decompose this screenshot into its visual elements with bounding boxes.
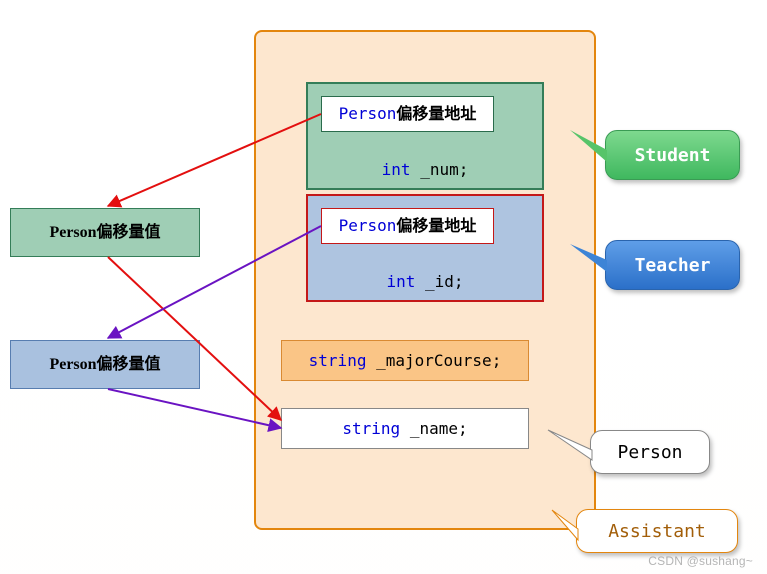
major-course-block: string _majorCourse; bbox=[281, 340, 529, 381]
student-callout: Student bbox=[605, 130, 740, 180]
offset-value-box-2: Person偏移量值 bbox=[10, 340, 200, 389]
person-callout: Person bbox=[590, 430, 710, 474]
student-field-name: _num bbox=[420, 160, 459, 179]
person-name-block: string _name; bbox=[281, 408, 529, 449]
major-type: string bbox=[309, 351, 367, 370]
teacher-field-type: int bbox=[386, 272, 415, 291]
student-semi: ; bbox=[459, 160, 469, 179]
diagram-canvas: Person偏移量地址 int _num; Person偏移量地址 int _i… bbox=[0, 0, 767, 574]
student-offset-suffix: 偏移量地址 bbox=[396, 106, 476, 123]
major-name: _majorCourse bbox=[376, 351, 492, 370]
student-offset-prefix: Person bbox=[339, 104, 397, 123]
name-semi: ; bbox=[458, 419, 468, 438]
watermark: CSDN @sushang~ bbox=[648, 554, 753, 568]
teacher-offset-addr: Person偏移量地址 bbox=[321, 208, 494, 244]
student-field-type: int bbox=[382, 160, 411, 179]
student-field: int _num; bbox=[306, 160, 544, 179]
teacher-offset-suffix: 偏移量地址 bbox=[396, 218, 476, 235]
name-name: _name bbox=[410, 419, 458, 438]
assistant-callout: Assistant bbox=[576, 509, 738, 553]
teacher-field: int _id; bbox=[306, 272, 544, 291]
teacher-offset-prefix: Person bbox=[339, 216, 397, 235]
teacher-callout: Teacher bbox=[605, 240, 740, 290]
student-offset-addr: Person偏移量地址 bbox=[321, 96, 494, 132]
offset-value-box-1: Person偏移量值 bbox=[10, 208, 200, 257]
major-semi: ; bbox=[492, 351, 502, 370]
name-type: string bbox=[342, 419, 400, 438]
teacher-semi: ; bbox=[454, 272, 464, 291]
teacher-field-name: _id bbox=[425, 272, 454, 291]
